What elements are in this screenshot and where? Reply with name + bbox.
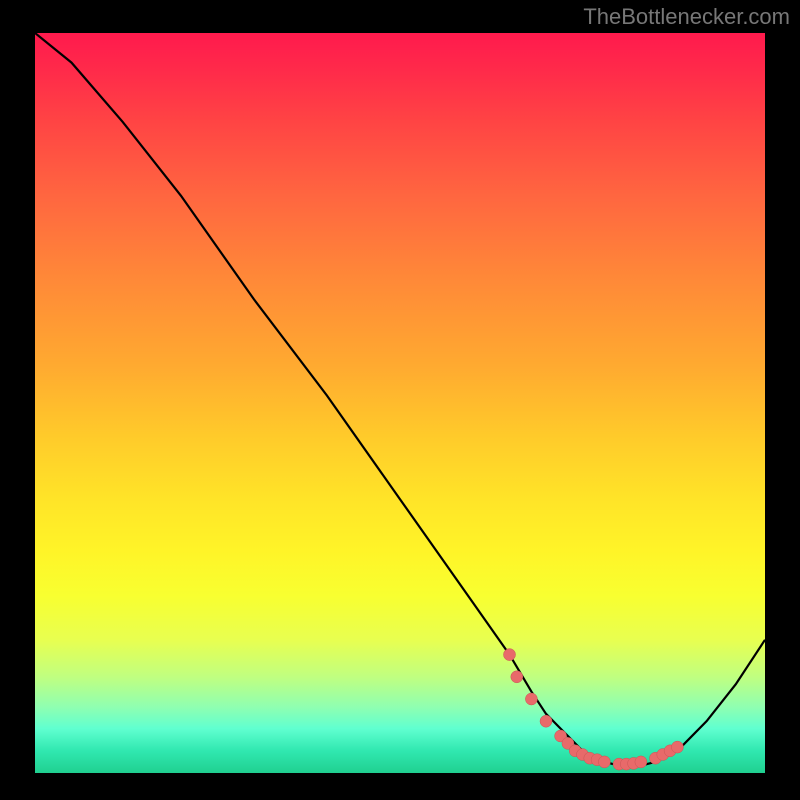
chart-svg [35,33,765,773]
chart-marker [671,741,683,753]
chart-marker [511,671,523,683]
chart-marker [525,693,537,705]
attribution-text: TheBottlenecker.com [583,4,790,30]
chart-markers [504,649,684,771]
chart-plot-area [35,33,765,773]
chart-marker [635,756,647,768]
chart-marker [598,756,610,768]
chart-curve [35,33,765,766]
chart-marker [540,715,552,727]
chart-marker [504,649,516,661]
